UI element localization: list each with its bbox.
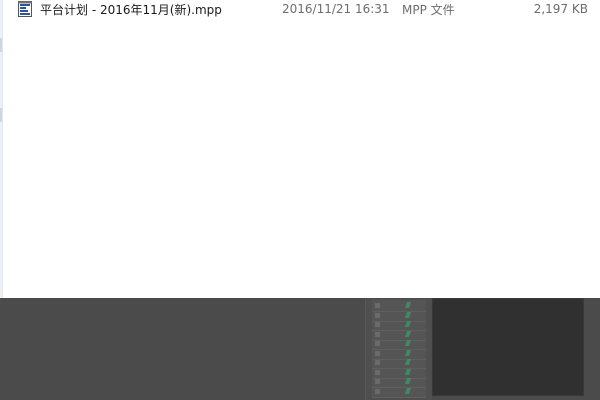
background-list-row: [372, 311, 426, 322]
file-name[interactable]: 平台计划 - 2016年11月(新).mpp: [40, 1, 272, 18]
nav-pane-marker: [0, 108, 2, 122]
background-list-row: [372, 378, 426, 388]
nav-pane-marker: [0, 38, 2, 52]
file-size: 2,197 KB: [533, 2, 588, 16]
green-pencil-icon: [404, 368, 412, 375]
file-row[interactable]: 平台计划 - 2016年11月(新).mpp 2016/11/21 16:31 …: [18, 0, 600, 18]
background-list-panel: [365, 298, 432, 400]
background-list-row: [372, 340, 426, 350]
row-number-mark: [375, 341, 380, 346]
green-pencil-icon: [404, 302, 412, 308]
background-list-row: [372, 349, 426, 360]
row-number-mark: [375, 303, 380, 308]
green-pencil-icon: [404, 378, 412, 384]
file-modified-date: 2016/11/21 16:31: [282, 2, 390, 16]
green-pencil-icon: [404, 330, 412, 337]
row-number-mark: [375, 331, 380, 337]
background-application-window: [0, 298, 600, 400]
green-pencil-icon: [404, 321, 412, 327]
background-list-row: [372, 321, 426, 331]
row-number-mark: [375, 388, 380, 394]
background-list-row: [372, 387, 426, 398]
background-list: [372, 300, 426, 398]
row-number-mark: [375, 360, 380, 365]
ms-project-file-icon: [18, 1, 32, 17]
green-pencil-icon: [404, 349, 412, 356]
row-number-mark: [375, 312, 380, 318]
background-list-row: [372, 368, 426, 379]
file-explorer-list: 平台计划 - 2016年11月(新).mpp 2016/11/21 16:31 …: [0, 0, 600, 298]
row-number-mark: [375, 379, 380, 384]
background-dark-pane: [432, 298, 584, 396]
green-pencil-icon: [404, 387, 412, 394]
background-list-row: [372, 302, 426, 312]
row-number-mark: [375, 350, 380, 356]
file-type: MPP 文件: [402, 2, 455, 17]
row-number-mark: [375, 369, 380, 375]
green-pencil-icon: [404, 340, 412, 346]
green-pencil-icon: [404, 311, 412, 318]
navigation-pane-edge[interactable]: [0, 0, 3, 298]
background-list-row: [372, 359, 426, 369]
row-number-mark: [375, 322, 380, 327]
green-pencil-icon: [404, 359, 412, 365]
background-list-row: [372, 330, 426, 341]
